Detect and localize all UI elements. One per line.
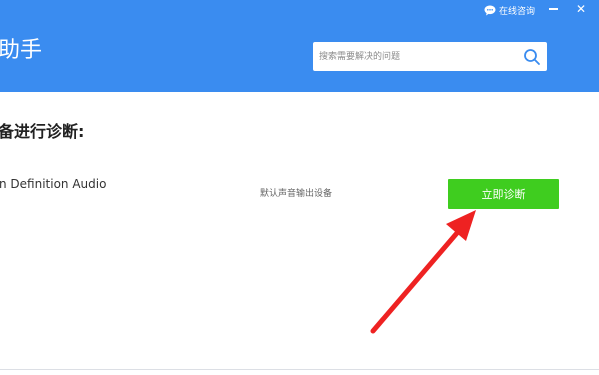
device-name: n Definition Audio <box>0 177 107 191</box>
search-icon[interactable] <box>523 48 541 66</box>
close-icon[interactable]: ✕ <box>576 1 586 17</box>
chat-bubble-icon <box>484 5 496 15</box>
diagnose-now-button[interactable]: 立即诊断 <box>448 179 559 209</box>
device-type-label: 默认声音输出设备 <box>260 189 333 199</box>
online-consult-link[interactable]: 在线咨询 <box>484 3 535 17</box>
header-bar: 在线咨询 ✕ 助手 <box>0 0 599 92</box>
search-input[interactable] <box>319 42 515 71</box>
section-heading: 备进行诊断: <box>0 122 85 141</box>
online-consult-label: 在线咨询 <box>499 6 536 17</box>
annotation-arrow-shaft <box>370 223 466 334</box>
minimize-icon[interactable] <box>549 8 558 10</box>
bottom-divider <box>0 369 599 370</box>
annotation-arrow-head <box>446 210 476 241</box>
app-title: 助手 <box>0 38 43 63</box>
search-box[interactable] <box>313 42 547 71</box>
